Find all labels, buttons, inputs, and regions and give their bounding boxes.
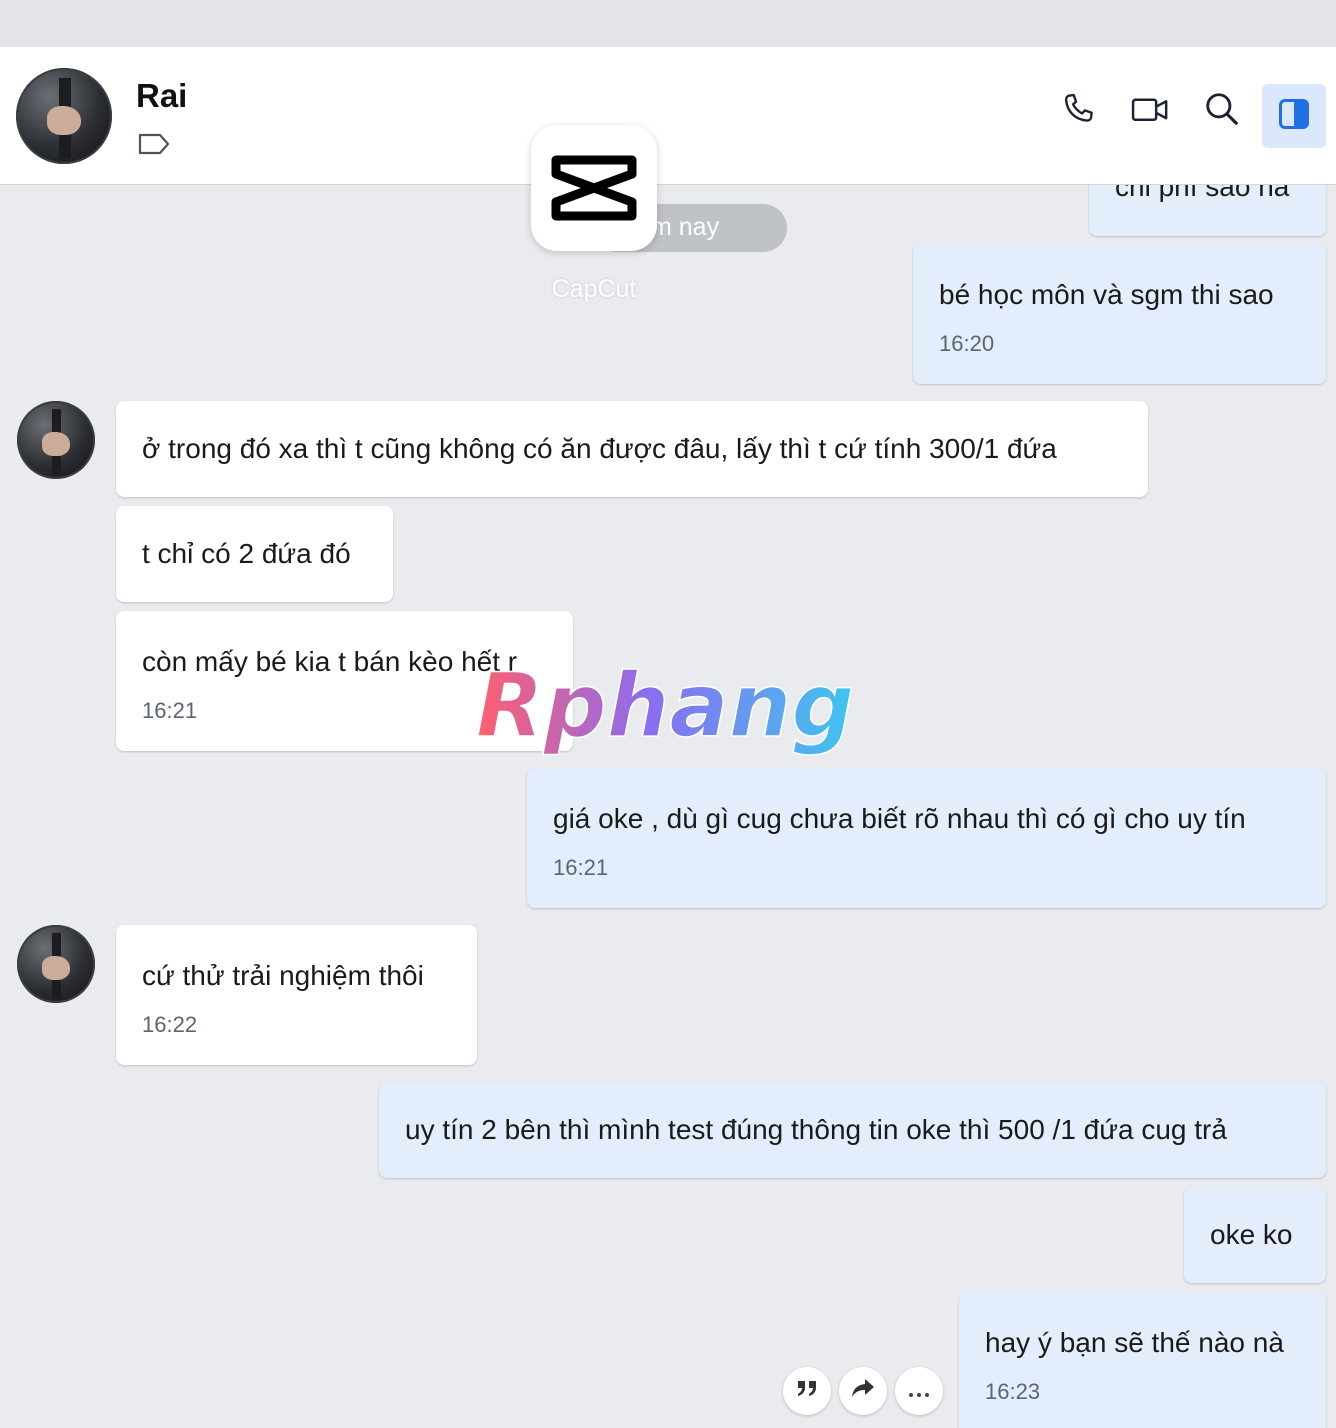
message-text: hay ý bạn sẽ thế nào nà [985, 1327, 1284, 1358]
message-time: 16:23 [985, 1379, 1041, 1404]
message-bubble[interactable]: chi phí sao nà [1089, 184, 1326, 236]
message-time: 16:21 [142, 698, 198, 723]
message-bubble[interactable]: bé học môn và sgm thi sao 16:20 [913, 244, 1326, 384]
sidebar-toggle-button[interactable] [1262, 84, 1326, 148]
window-top-strip [0, 0, 1336, 47]
message-bubble[interactable]: t chỉ có 2 đứa đó [116, 506, 393, 602]
message-text: ở trong đó xa thì t cũng không có ăn đượ… [142, 433, 1057, 464]
sender-avatar[interactable] [17, 401, 95, 479]
contact-name[interactable]: Rai [136, 77, 187, 115]
message-bubble[interactable]: oke ko [1184, 1187, 1326, 1283]
message-time: 16:22 [142, 1012, 198, 1037]
message-text: oke ko [1210, 1219, 1293, 1250]
chat-header: Rai [0, 47, 1336, 185]
date-separator-label: m nay [651, 213, 720, 241]
more-icon [907, 1378, 931, 1404]
message-bubble[interactable]: giá oke , dù gì cug chưa biết rõ nhau th… [527, 768, 1326, 908]
sender-avatar[interactable] [17, 925, 95, 1003]
video-call-button[interactable] [1124, 85, 1176, 137]
message-time: 16:20 [939, 331, 995, 356]
message-text: chi phí sao nà [1115, 184, 1290, 202]
search-icon [1203, 90, 1241, 133]
message-time: 16:21 [553, 855, 609, 880]
message-text: uy tín 2 bên thì mình test đúng thông ti… [405, 1114, 1227, 1145]
message-list[interactable]: m nay chi phí sao nà bé học môn và sgm t… [0, 184, 1336, 1428]
capcut-app-icon [531, 125, 657, 251]
video-icon [1130, 89, 1170, 134]
quote-button[interactable] [783, 1367, 831, 1415]
phone-icon [1059, 90, 1097, 133]
more-button[interactable] [895, 1367, 943, 1415]
search-button[interactable] [1196, 85, 1248, 137]
message-bubble[interactable]: hay ý bạn sẽ thế nào nà 16:23 [959, 1292, 1326, 1428]
call-button[interactable] [1052, 85, 1104, 137]
capcut-label: CapCut [551, 275, 637, 303]
quote-icon [795, 1378, 819, 1404]
tag-icon[interactable] [138, 133, 170, 160]
message-text: bé học môn và sgm thi sao [939, 279, 1274, 310]
sidebar-toggle-icon [1276, 96, 1312, 137]
message-bubble[interactable]: cứ thử trải nghiệm thôi 16:22 [116, 925, 477, 1065]
message-text: giá oke , dù gì cug chưa biết rõ nhau th… [553, 803, 1246, 834]
forward-button[interactable] [839, 1367, 887, 1415]
contact-avatar[interactable] [16, 68, 112, 164]
watermark-text: Rphang [476, 654, 854, 757]
message-text: t chỉ có 2 đứa đó [142, 538, 351, 569]
message-text: cứ thử trải nghiệm thôi [142, 960, 424, 991]
message-bubble[interactable]: ở trong đó xa thì t cũng không có ăn đượ… [116, 401, 1148, 497]
rphang-watermark: Rphang [470, 652, 870, 769]
message-bubble[interactable]: uy tín 2 bên thì mình test đúng thông ti… [379, 1082, 1326, 1178]
forward-icon [850, 1377, 876, 1405]
message-text: còn mấy bé kia t bán kèo hết r [142, 646, 518, 677]
